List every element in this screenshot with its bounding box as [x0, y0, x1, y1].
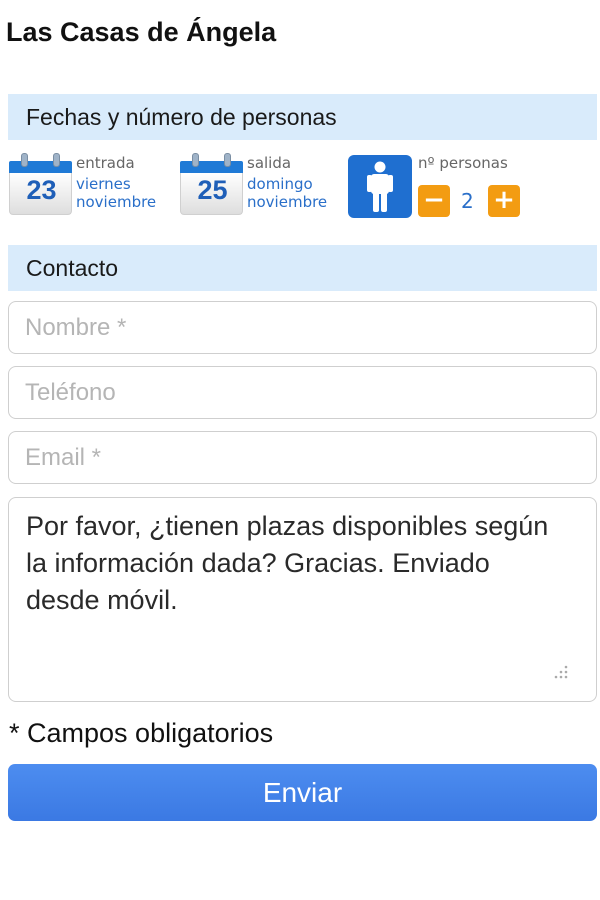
- phone-input[interactable]: [9, 367, 596, 418]
- checkin-calendar-icon[interactable]: 23: [9, 153, 72, 215]
- dates-section-header: Fechas y número de personas: [8, 94, 597, 140]
- name-input[interactable]: [9, 302, 596, 353]
- email-field-wrapper: [8, 431, 597, 484]
- checkin-weekday: viernes: [76, 175, 131, 193]
- required-fields-note: * Campos obligatorios: [9, 718, 274, 748]
- contact-section-header: Contacto: [8, 245, 597, 291]
- checkout-month: noviembre: [247, 193, 328, 211]
- resize-handle-icon[interactable]: [554, 665, 568, 679]
- guests-label: nº personas: [418, 154, 508, 172]
- checkout-day: 25: [197, 175, 228, 205]
- increment-guests-button[interactable]: +: [488, 185, 520, 217]
- phone-field-wrapper: [8, 366, 597, 419]
- checkin-day: 23: [26, 175, 57, 205]
- checkin-month: noviembre: [76, 193, 157, 211]
- guests-count: 2: [461, 189, 474, 213]
- submit-button[interactable]: Enviar: [8, 764, 597, 821]
- email-input[interactable]: [9, 432, 596, 483]
- decrement-guests-button[interactable]: −: [418, 185, 450, 217]
- page-title: Las Casas de Ángela: [6, 17, 277, 47]
- message-text: Por favor, ¿tienen plazas disponibles se…: [26, 511, 549, 615]
- person-icon: [348, 155, 412, 218]
- message-textarea[interactable]: Por favor, ¿tienen plazas disponibles se…: [8, 497, 597, 702]
- checkin-label: entrada: [76, 154, 135, 172]
- checkout-label: salida: [247, 154, 292, 172]
- checkout-weekday: domingo: [247, 175, 313, 193]
- name-field-wrapper: [8, 301, 597, 354]
- checkout-calendar-icon[interactable]: 25: [180, 153, 243, 215]
